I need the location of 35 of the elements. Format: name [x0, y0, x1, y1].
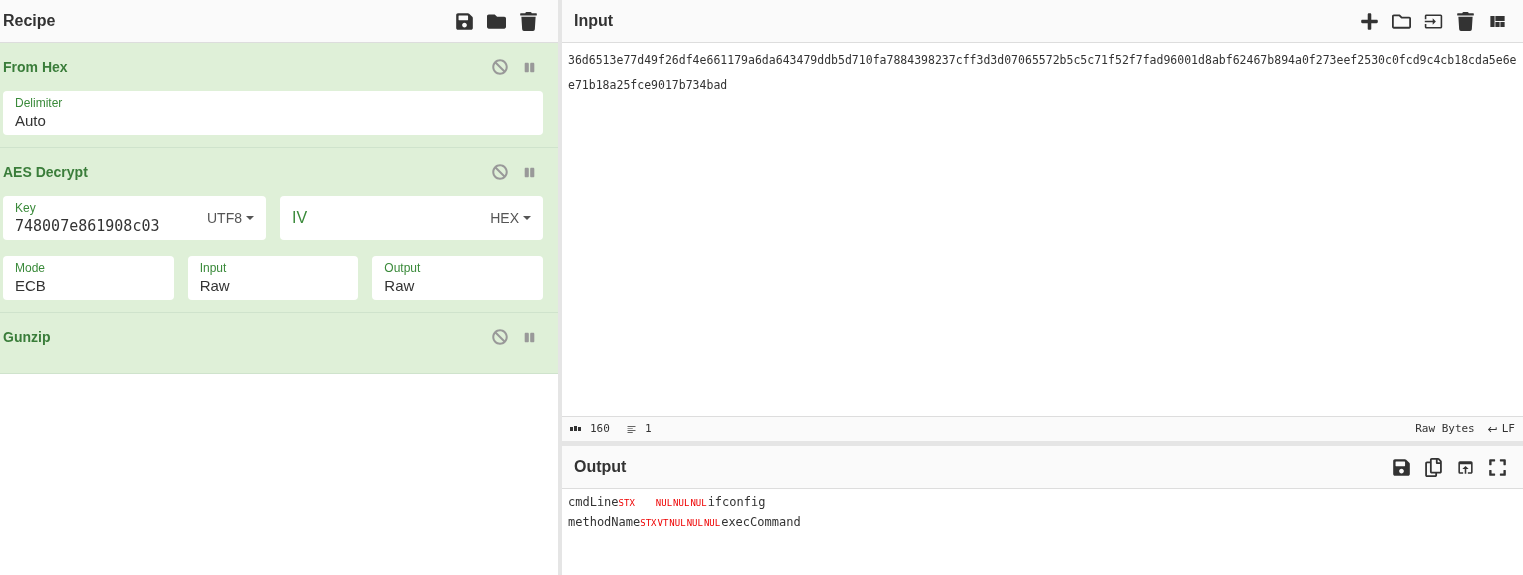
- field-value: Raw: [384, 276, 416, 296]
- option-field[interactable]: IV HEX: [280, 196, 543, 240]
- option-field[interactable]: Key 748007e861908c03 UTF8: [3, 196, 266, 240]
- field-value: Raw: [199, 276, 231, 296]
- input-text[interactable]: 36d6513e77d49f26df4e661179a6da643479ddb5d710fa7884398237cff3d3d07065572b5c5c71f52f7fad96001d8abf62467b894a0f273eef2530c0fcd9c4cb18cda5e6ee71b18a25fce9017b734bad: [568, 48, 1517, 98]
- operation-title: AES Decrypt: [3, 162, 88, 182]
- field-label: Input: [199, 260, 228, 276]
- caret-icon: [523, 216, 531, 220]
- length-count: 160: [590, 420, 610, 437]
- panel-title: Input: [574, 11, 614, 31]
- encoding-button[interactable]: Raw Bytes: [1415, 420, 1475, 438]
- option-field[interactable]: Input Raw: [187, 256, 359, 300]
- field-value: Auto: [15, 111, 47, 131]
- field-label: Key: [15, 200, 37, 216]
- line-count: 1: [644, 420, 652, 437]
- operation-title: From Hex: [3, 57, 68, 77]
- encoding-dropdown[interactable]: UTF8: [207, 207, 254, 229]
- encoding-dropdown[interactable]: HEX: [490, 207, 531, 229]
- field-label: Output: [384, 260, 422, 276]
- output-line: cmdLineSTX NULNUL NUL ifconfig: [568, 494, 767, 511]
- field-label: Mode: [15, 260, 47, 276]
- option-field[interactable]: Mode ECB: [3, 256, 174, 300]
- output-line: methodNameSTX VTNULNULNUL execCommand: [568, 514, 802, 531]
- option-field[interactable]: Output Raw: [372, 256, 543, 300]
- field-value: 748007e861908c03: [15, 216, 161, 236]
- operation-title: Gunzip: [3, 327, 51, 347]
- field-label: Delimiter: [15, 95, 64, 111]
- eol-button[interactable]: LF: [1501, 420, 1515, 438]
- field-placeholder: IV: [292, 208, 309, 228]
- panel-title: Recipe: [3, 11, 56, 31]
- field-value: ECB: [15, 276, 47, 296]
- caret-icon: [246, 216, 254, 220]
- option-field[interactable]: Delimiter Auto: [3, 91, 543, 135]
- panel-title: Output: [574, 457, 627, 477]
- lines-icon: [625, 423, 637, 435]
